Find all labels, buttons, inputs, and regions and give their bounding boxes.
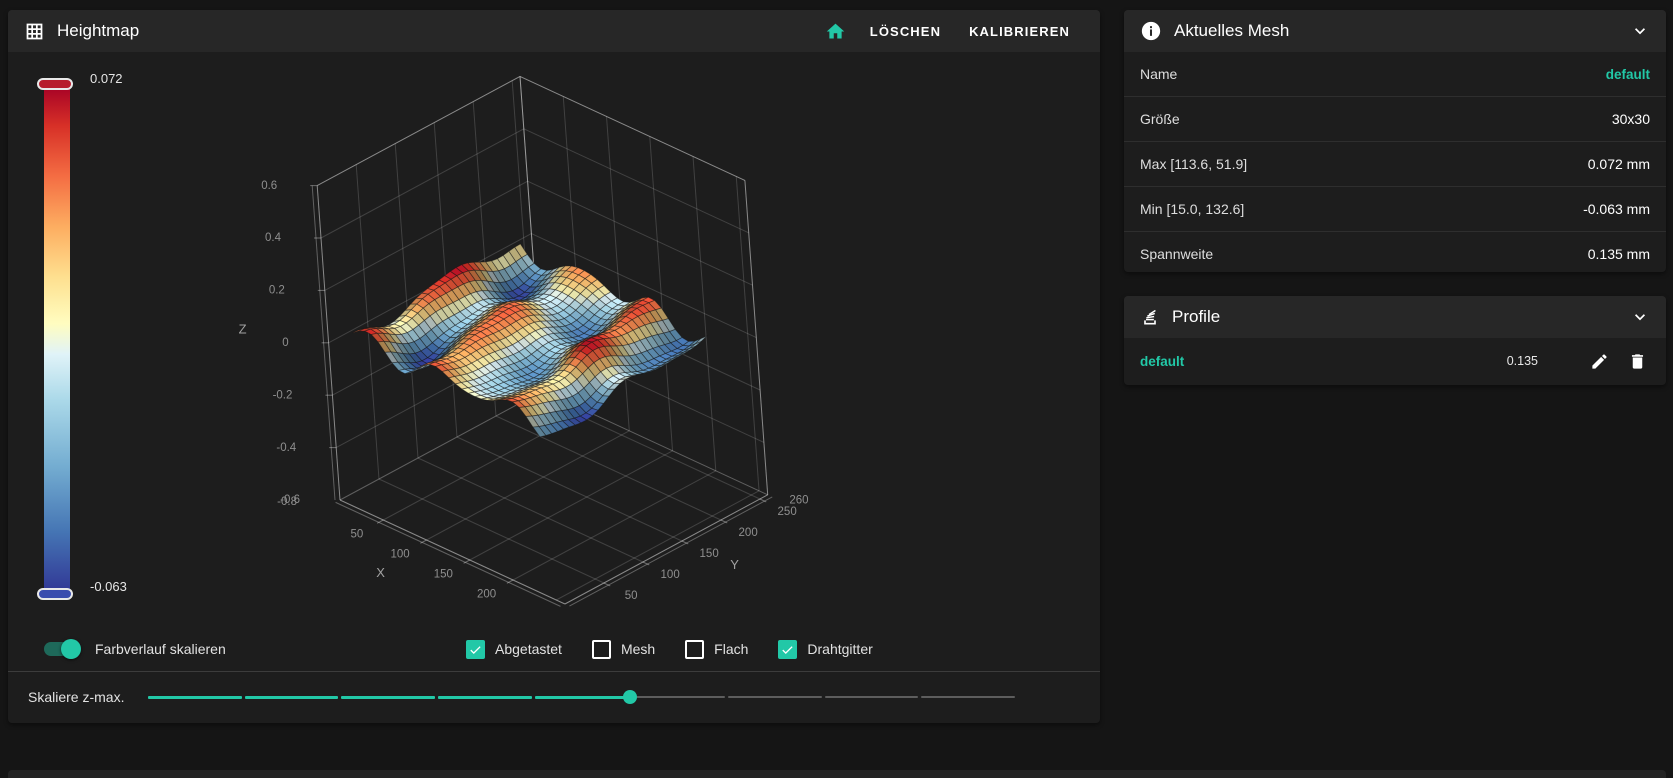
slider-segment: [728, 696, 822, 698]
profile-variance: 0.135: [1506, 354, 1538, 368]
surface-display-checkboxes: Abgetastet Mesh Flach Drahtgitter: [466, 639, 873, 659]
scale-gradient-toggle[interactable]: [44, 639, 81, 659]
slider-segment: [148, 695, 242, 699]
zmax-slider-row: Skaliere z-max.: [8, 672, 1100, 722]
colorbar-max-label: 0.072: [90, 71, 123, 86]
checkbox-checked-icon[interactable]: [466, 639, 485, 659]
mesh-info-row: Name default: [1124, 52, 1666, 96]
row-label: Name: [1140, 66, 1178, 82]
scale-gradient-label: Farbverlauf skalieren: [95, 641, 226, 657]
slider-segment: [631, 696, 726, 698]
panel-title: Aktuelles Mesh: [1174, 21, 1290, 40]
checkbox-unchecked-icon[interactable]: [685, 639, 705, 659]
checkbox-checked-icon[interactable]: [778, 639, 798, 659]
slider-segment: [921, 696, 1016, 698]
zmax-slider-label: Skaliere z-max.: [28, 689, 125, 705]
checkbox-drahtgitter[interactable]: Drahtgitter: [778, 639, 873, 659]
heightmap-plot-area: 0.072 -0.063: [8, 52, 1100, 627]
delete-profile-button[interactable]: [1618, 342, 1656, 380]
zmax-slider-thumb[interactable]: [622, 690, 637, 704]
row-label: Spannweite: [1140, 246, 1214, 262]
info-icon: [1140, 20, 1162, 42]
panel-title: Heightmap: [57, 21, 140, 40]
colorbar-min-handle[interactable]: [37, 588, 73, 600]
chevron-down-icon[interactable]: [1630, 307, 1650, 327]
checkbox-label: Mesh: [620, 641, 656, 657]
home-button[interactable]: [816, 10, 856, 52]
colorbar-min-label: -0.063: [90, 579, 127, 594]
heightmap-toolbar: Heightmap LÖSCHEN KALIBRIEREN: [8, 10, 1100, 52]
heightmap-3d-plot[interactable]: [138, 52, 1078, 627]
chevron-down-icon[interactable]: [1630, 21, 1650, 41]
mesh-info-row: Min [15.0, 132.6] -0.063 mm: [1124, 186, 1666, 231]
profile-header[interactable]: Profile: [1124, 296, 1666, 338]
row-label: Max [113.6, 51.9]: [1140, 156, 1248, 172]
checkbox-mesh[interactable]: Mesh: [591, 639, 656, 659]
checkbox-label: Abgetastet: [495, 641, 562, 657]
panel-title: Profile: [1172, 307, 1221, 326]
checkbox-abgetastet[interactable]: Abgetastet: [466, 639, 562, 659]
profile-row[interactable]: default 0.135: [1124, 338, 1666, 384]
checkbox-unchecked-icon[interactable]: [591, 639, 611, 659]
edit-profile-button[interactable]: [1580, 342, 1618, 380]
row-value: -0.063 mm: [1583, 201, 1650, 217]
checkbox-label: Drahtgitter: [807, 641, 873, 657]
profile-panel: Profile default 0.135: [1124, 296, 1666, 385]
row-label: Größe: [1140, 111, 1180, 127]
slider-segment: [824, 696, 919, 698]
calibrate-button[interactable]: KALIBRIEREN: [955, 10, 1084, 52]
mesh-info-row: Spannweite 0.135 mm: [1124, 231, 1666, 272]
row-value: 0.135 mm: [1587, 246, 1650, 262]
row-label: Min [15.0, 132.6]: [1140, 201, 1245, 217]
row-value: default: [1605, 66, 1650, 82]
next-panel-peek: [8, 770, 1666, 778]
trash-icon: [1628, 352, 1647, 371]
checkbox-flach[interactable]: Flach: [685, 639, 749, 659]
mesh-info-row: Max [113.6, 51.9] 0.072 mm: [1124, 141, 1666, 186]
profile-name[interactable]: default: [1140, 354, 1184, 369]
row-value: 0.072 mm: [1587, 156, 1650, 172]
slider-segment: [244, 695, 339, 699]
colorbar-gradient: [37, 78, 73, 600]
slider-segment: [341, 695, 436, 699]
slider-segment: [534, 695, 629, 699]
home-icon: [825, 21, 846, 42]
zmax-slider[interactable]: [148, 683, 1016, 711]
current-mesh-panel: Aktuelles Mesh Name default Größe 30x30 Max …: [1124, 10, 1666, 272]
checkbox-label: Flach: [714, 641, 749, 657]
layers-stack-icon: [1140, 307, 1160, 327]
delete-button[interactable]: LÖSCHEN: [856, 10, 955, 52]
row-value: 30x30: [1611, 111, 1650, 127]
display-options-row: Farbverlauf skalieren Abgetastet Mesh Flac…: [8, 627, 1100, 671]
pencil-icon: [1590, 352, 1609, 371]
mesh-info-row: Größe 30x30: [1124, 96, 1666, 141]
heightmap-panel: Heightmap LÖSCHEN KALIBRIEREN 0.072 -0.0…: [8, 10, 1100, 723]
colorbar-max-handle[interactable]: [37, 78, 73, 90]
slider-segment: [438, 695, 532, 699]
current-mesh-header[interactable]: Aktuelles Mesh: [1124, 10, 1666, 52]
grid-icon: [24, 21, 45, 42]
